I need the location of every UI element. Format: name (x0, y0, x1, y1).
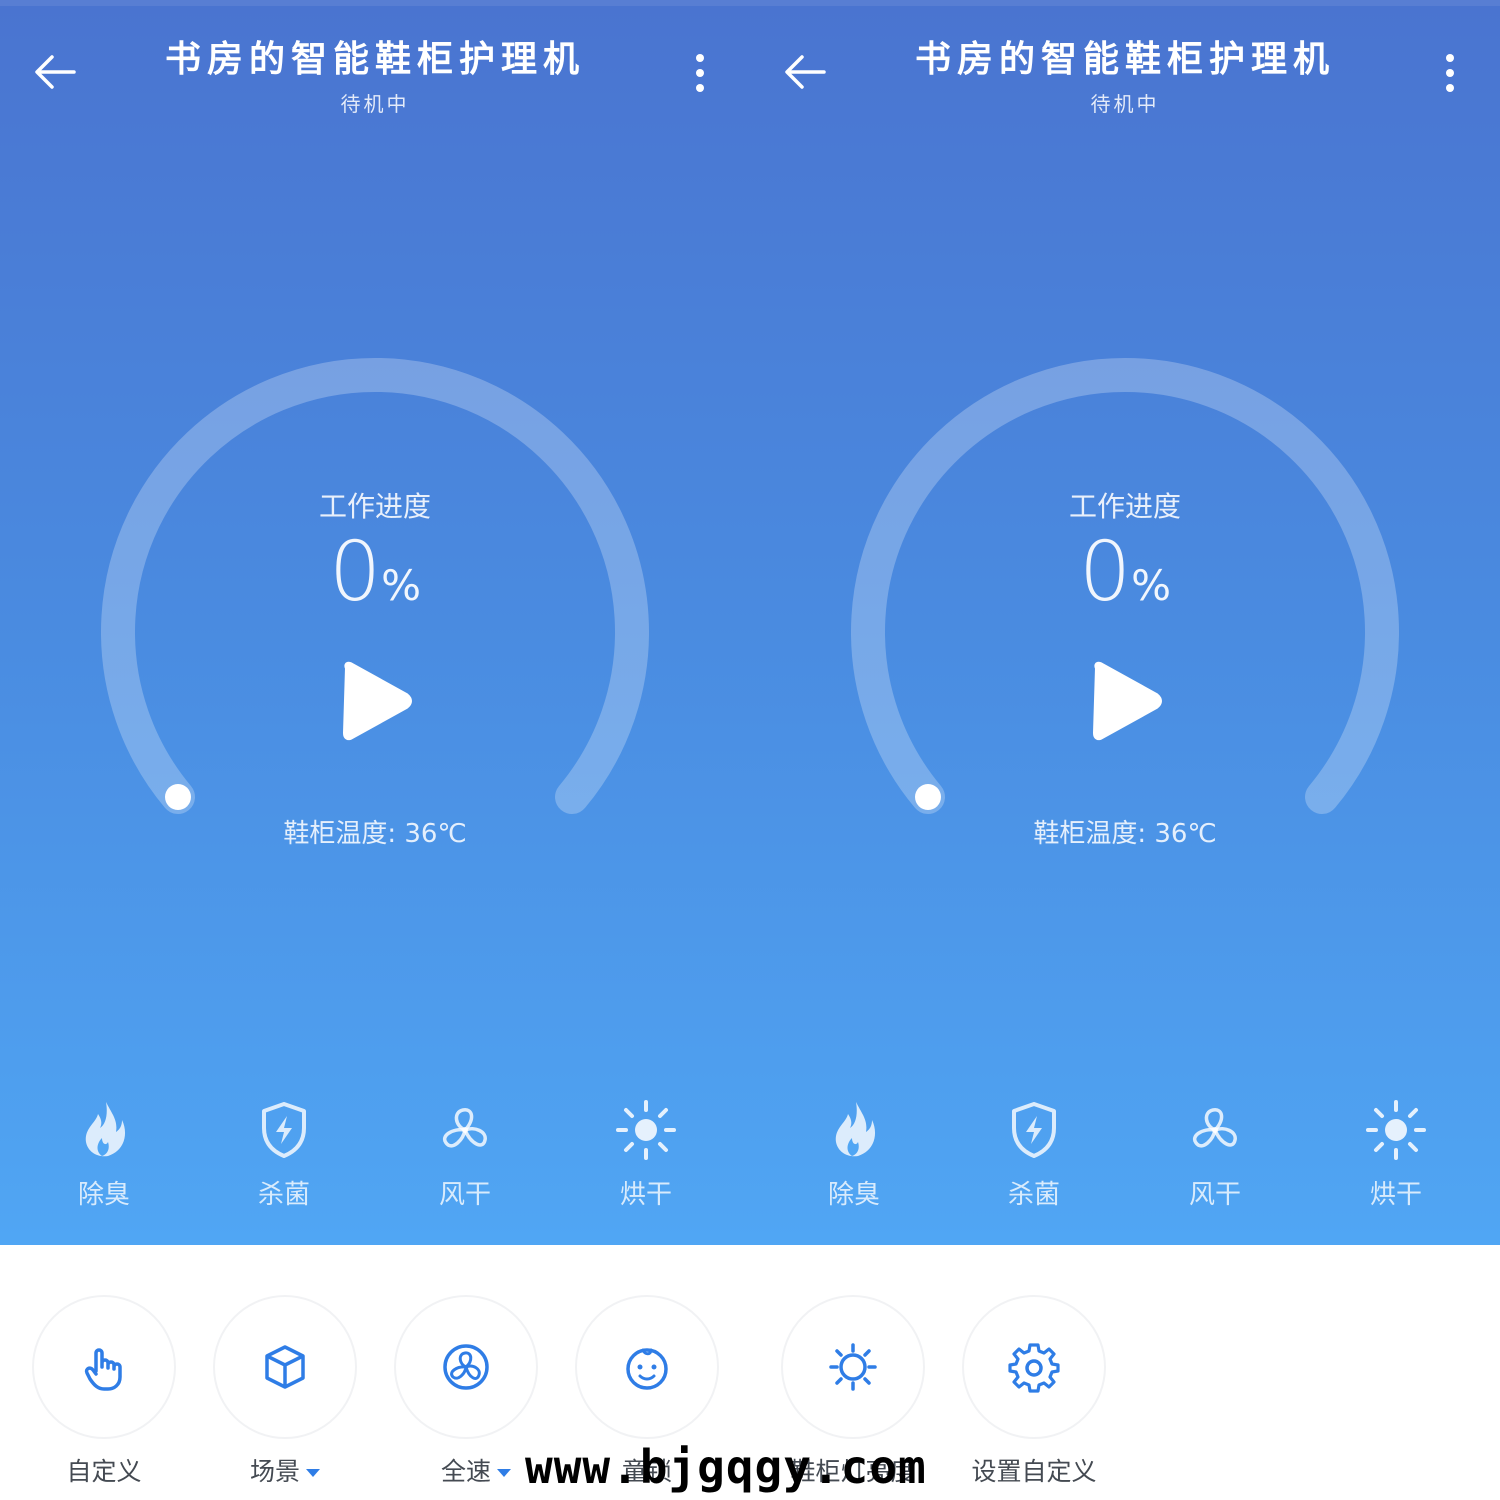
status-bar (750, 0, 1500, 6)
custom-button[interactable] (32, 1295, 176, 1439)
progress-label: 工作进度 (318, 490, 431, 523)
flame-icon (835, 1102, 876, 1157)
progress-unit: % (1131, 561, 1172, 610)
mode-sterilize[interactable]: 杀菌 (234, 1098, 334, 1211)
gear-icon (1008, 1343, 1060, 1393)
baby-face-icon (626, 1348, 668, 1390)
watermark-text: www.bjgqgy.com (525, 1440, 927, 1494)
fan-icon (1193, 1108, 1237, 1148)
more-menu-button[interactable] (1438, 48, 1462, 96)
chevron-down-icon (306, 1469, 320, 1477)
mode-label: 杀菌 (257, 1180, 310, 1210)
settings-custom-button[interactable] (962, 1295, 1106, 1439)
cabinet-temperature: 鞋柜温度: 36℃ (1033, 819, 1217, 849)
mode-heat-dry[interactable]: 烘干 (1346, 1098, 1446, 1211)
play-icon (343, 661, 412, 741)
status-bar (0, 0, 750, 6)
fan-icon (443, 1108, 487, 1148)
mode-label: 风干 (1188, 1180, 1241, 1210)
progress-number: 0 (1078, 525, 1132, 620)
sun-icon (616, 1100, 676, 1160)
scene-label[interactable]: 场景 (185, 1452, 385, 1488)
child-lock-button[interactable] (575, 1295, 719, 1439)
page-title: 书房的智能鞋柜护理机 (914, 38, 1335, 80)
progress-value: 0% (0, 525, 750, 620)
start-button[interactable] (1088, 660, 1164, 742)
progress-value: 0% (750, 525, 1500, 620)
scene-button[interactable] (213, 1295, 357, 1439)
device-panel-right: 书房的智能鞋柜护理机 待机中 工作进度 0% 鞋柜温度: 36℃ 除臭 杀菌 风… (750, 0, 1500, 1245)
speed-button[interactable] (394, 1295, 538, 1439)
more-vertical-icon (696, 54, 704, 92)
gauge-knob (915, 784, 941, 810)
mode-deodorize[interactable]: 除臭 (804, 1098, 904, 1211)
mode-deodorize[interactable]: 除臭 (54, 1098, 154, 1211)
mode-label: 除臭 (827, 1180, 880, 1210)
progress-unit: % (381, 561, 422, 610)
mode-label: 烘干 (619, 1180, 672, 1210)
start-button[interactable] (338, 660, 414, 742)
device-status: 待机中 (1090, 92, 1160, 116)
mode-label: 除臭 (77, 1180, 130, 1210)
device-status: 待机中 (340, 92, 410, 116)
mode-air-dry[interactable]: 风干 (415, 1098, 515, 1211)
mode-label: 杀菌 (1007, 1180, 1060, 1210)
custom-label: 自定义 (66, 1457, 142, 1486)
light-brightness-button[interactable] (781, 1295, 925, 1439)
chevron-down-icon (497, 1469, 511, 1477)
mode-label: 烘干 (1369, 1180, 1422, 1210)
brightness-icon (829, 1343, 877, 1391)
gauge-knob (165, 784, 191, 810)
mode-heat-dry[interactable]: 烘干 (596, 1098, 696, 1211)
page-title: 书房的智能鞋柜护理机 (164, 38, 585, 80)
shield-bolt-icon (1012, 1102, 1056, 1158)
sun-icon (1366, 1100, 1426, 1160)
device-panel-left: 书房的智能鞋柜护理机 待机中 工作进度 0% 鞋柜温度: 36℃ 除臭 杀菌 风… (0, 0, 750, 1245)
settings-custom-label: 设置自定义 (971, 1457, 1097, 1486)
play-icon (1093, 661, 1162, 741)
mode-air-dry[interactable]: 风干 (1165, 1098, 1265, 1211)
flame-icon (85, 1102, 126, 1157)
more-menu-button[interactable] (688, 48, 712, 96)
more-vertical-icon (1446, 54, 1454, 92)
cube-icon (265, 1345, 305, 1389)
progress-label: 工作进度 (1068, 490, 1181, 523)
fan-speed-icon (443, 1344, 489, 1390)
hand-touch-icon (84, 1348, 122, 1391)
cabinet-temperature: 鞋柜温度: 36℃ (283, 819, 467, 849)
progress-number: 0 (328, 525, 382, 620)
mode-sterilize[interactable]: 杀菌 (984, 1098, 1084, 1211)
shield-bolt-icon (262, 1102, 306, 1158)
mode-label: 风干 (438, 1180, 491, 1210)
